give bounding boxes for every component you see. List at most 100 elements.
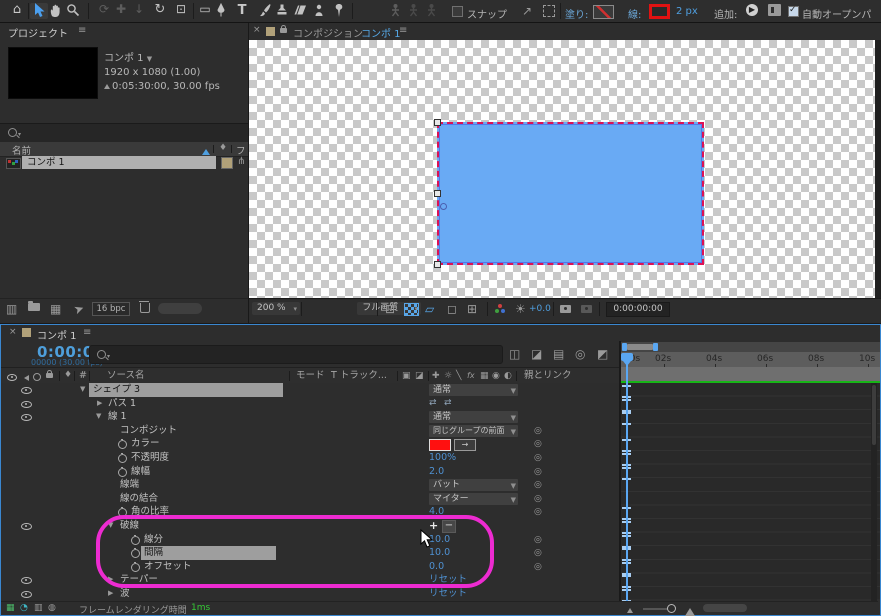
twirl-open-icon[interactable]: ▼ <box>108 519 113 533</box>
playhead-head[interactable] <box>621 353 633 361</box>
pen-tool[interactable] <box>212 3 230 19</box>
property-value[interactable]: 0.0 <box>429 560 444 574</box>
exposure-value[interactable]: +0.0 <box>529 304 551 314</box>
lock-icon[interactable] <box>280 24 287 36</box>
expand-switches-icon[interactable]: ▥ <box>34 604 43 613</box>
twirl-closed-icon[interactable]: ▶ <box>108 587 113 601</box>
twirl-closed-icon[interactable]: ▶ <box>97 397 102 411</box>
panes-divider[interactable] <box>619 341 621 601</box>
fill-color-swatch[interactable] <box>593 5 614 19</box>
pan-behind-tool[interactable]: ⊡ <box>172 3 190 19</box>
visibility-eye[interactable] <box>21 522 32 533</box>
dolly-camera-tool[interactable]: ↓ <box>130 3 148 19</box>
region-of-interest-icon[interactable]: ◻ <box>447 303 457 315</box>
pick-whip-icon[interactable]: ◎ <box>534 535 542 545</box>
twirl-open-icon[interactable]: ▼ <box>96 410 101 424</box>
timeline-tab-name[interactable]: コンポ 1 <box>37 327 77 342</box>
comp-mini-flowchart-icon[interactable]: ◫ <box>509 348 520 360</box>
group-name[interactable]: シェイプ 3 <box>89 383 283 397</box>
vertex-handle-mid-left[interactable] <box>434 190 441 197</box>
visibility-eye[interactable] <box>21 413 32 424</box>
column-parent-link[interactable]: 親とリンク <box>524 368 572 383</box>
close-tab-icon[interactable]: × <box>253 26 261 35</box>
property-group-name[interactable]: 破線 <box>120 519 139 533</box>
vertex-handle-bottom-left[interactable] <box>434 261 441 268</box>
transparency-grid-icon[interactable] <box>404 303 419 316</box>
clone-stamp-tool[interactable] <box>273 3 291 19</box>
zoom-tool[interactable] <box>64 3 82 19</box>
sort-ascending-icon[interactable] <box>202 145 210 155</box>
property-group-name[interactable]: 線 1 <box>108 410 127 424</box>
property-name[interactable]: 間隔 <box>141 546 276 560</box>
visibility-eye[interactable] <box>21 400 32 411</box>
visibility-eye[interactable] <box>21 386 32 397</box>
twirl-closed-icon[interactable]: ▶ <box>108 573 113 587</box>
draft-3d-icon[interactable]: ◪ <box>531 348 542 360</box>
column-number[interactable]: # <box>79 368 87 383</box>
work-area-end-handle[interactable] <box>653 343 658 351</box>
property-name[interactable]: 角の比率 <box>131 505 169 519</box>
twirl-open-icon[interactable]: ▼ <box>80 383 85 397</box>
line-cap-dropdown[interactable]: バット▼ <box>429 479 518 491</box>
bpc-button[interactable]: 16 bpc <box>92 302 130 316</box>
render-toggle-icon[interactable]: ▦ <box>6 604 15 613</box>
pick-whip-icon[interactable]: ◎ <box>534 480 542 490</box>
pick-whip-icon[interactable]: ◎ <box>534 426 542 436</box>
pan-camera-tool[interactable]: ✚ <box>112 3 130 19</box>
selection-tool[interactable] <box>30 3 48 19</box>
exposure-icon[interactable]: ☀ <box>515 303 526 315</box>
zoom-level-dropdown[interactable]: 200 %▾ <box>252 302 300 315</box>
comp-info-name[interactable]: コンポ 1 <box>104 53 144 64</box>
anchor-point[interactable] <box>440 203 447 210</box>
property-value[interactable]: 2.0 <box>429 465 444 479</box>
project-settings-icon[interactable]: ➤ <box>72 302 86 317</box>
column-trkmat[interactable]: T トラック... <box>331 368 387 383</box>
property-value[interactable]: 100% <box>429 451 456 465</box>
expand-inout-icon[interactable]: ◍ <box>48 604 56 613</box>
property-name[interactable]: 線幅 <box>131 465 150 479</box>
path-direction-icon-2[interactable]: ⇄ <box>444 398 452 408</box>
auto-open-checkbox[interactable] <box>788 6 799 18</box>
color-picker-button[interactable]: → <box>454 439 476 451</box>
snap-checkbox[interactable] <box>452 6 463 18</box>
pick-whip-icon[interactable]: ◎ <box>534 467 542 477</box>
blend-mode-dropdown[interactable]: 通常▼ <box>429 384 518 396</box>
vertex-handle-top-left[interactable] <box>434 119 441 126</box>
property-name[interactable]: オフセット <box>144 560 192 574</box>
home-tool[interactable]: ⌂ <box>8 3 26 19</box>
project-item-row[interactable]: コンポ 1 ⋔ <box>0 156 248 170</box>
timeline-zoom-knob[interactable] <box>667 604 676 613</box>
pick-whip-icon[interactable]: ◎ <box>534 548 542 558</box>
eraser-tool[interactable] <box>291 3 309 19</box>
property-group-name[interactable]: テーパー <box>120 573 158 587</box>
pick-whip-icon[interactable]: ◎ <box>534 507 542 517</box>
new-folder-icon[interactable] <box>28 299 40 314</box>
pick-whip-icon[interactable]: ◎ <box>534 562 542 572</box>
property-name[interactable]: 線分 <box>144 533 163 547</box>
footer-pill[interactable] <box>158 303 202 314</box>
work-area-bar[interactable] <box>627 344 653 350</box>
column-name[interactable]: 名前 <box>12 143 31 157</box>
property-name[interactable]: コンポジット <box>120 424 177 438</box>
view-layout-icon[interactable]: ⊡ <box>385 303 395 315</box>
property-name[interactable]: カラー <box>131 437 160 451</box>
label-color-swatch[interactable] <box>221 157 233 169</box>
timeline-menu-icon[interactable]: ≡ <box>83 328 91 338</box>
zoom-out-mountain-icon[interactable] <box>627 605 633 613</box>
project-item-name[interactable]: コンポ 1 <box>22 156 216 169</box>
zoom-in-mountain-icon[interactable] <box>685 603 695 616</box>
property-group-name[interactable]: 波 <box>120 587 130 601</box>
playhead-line[interactable] <box>626 353 628 601</box>
composite-dropdown[interactable]: 同じグループの前面▼ <box>429 425 518 437</box>
text-tool[interactable]: T <box>233 3 251 19</box>
line-join-dropdown[interactable]: マイター▼ <box>429 493 518 505</box>
stroke-color-value-swatch[interactable] <box>429 439 451 451</box>
reset-button[interactable]: リセット <box>429 587 467 601</box>
visibility-eye[interactable] <box>21 576 32 587</box>
stroke-width-value[interactable]: 2 px <box>676 6 698 17</box>
panel-menu-icon[interactable]: ≡ <box>78 26 86 36</box>
property-name[interactable]: 不透明度 <box>131 451 169 465</box>
snapshot-camera-icon[interactable] <box>560 305 571 316</box>
column-mode[interactable]: モード <box>296 368 325 383</box>
stroke-color-swatch[interactable] <box>649 4 670 19</box>
